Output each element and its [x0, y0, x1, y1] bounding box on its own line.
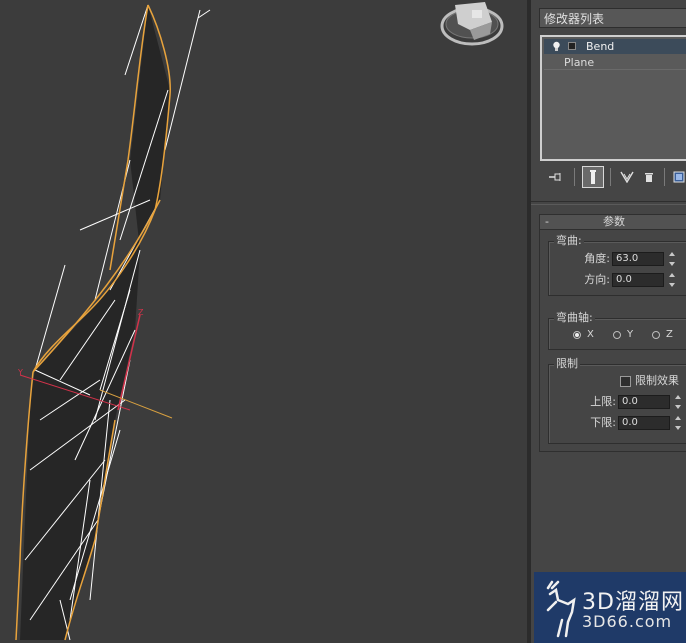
remove-modifier-icon[interactable]	[638, 166, 660, 188]
axis-x-radio[interactable]	[573, 331, 581, 339]
stack-item-label: Bend	[586, 40, 615, 53]
limit-effect-checkbox[interactable]	[620, 376, 631, 387]
modifier-list-dropdown[interactable]: 修改器列表	[539, 8, 686, 28]
upper-limit-label: 上限:	[590, 395, 616, 408]
make-unique-icon[interactable]	[616, 166, 638, 188]
axis-z-radio[interactable]	[652, 331, 660, 339]
upper-limit-spinner-arrows[interactable]	[674, 395, 683, 409]
toolbar-divider	[574, 168, 575, 186]
lower-limit-input[interactable]: 0.0	[618, 416, 670, 430]
lower-limit-label: 下限:	[590, 416, 616, 429]
stack-toolbar	[540, 166, 686, 190]
lower-limit-spinner-arrows[interactable]	[674, 416, 683, 430]
toolbar-divider	[664, 168, 665, 186]
toolbar-divider	[610, 168, 611, 186]
configure-sets-icon[interactable]	[668, 166, 686, 188]
direction-spinner-arrows[interactable]	[668, 273, 677, 287]
svg-text:Y: Y	[17, 368, 23, 377]
limit-effect-label: 限制效果	[635, 374, 679, 387]
panel-divider-highlight	[531, 204, 686, 205]
lightbulb-icon[interactable]	[551, 41, 562, 52]
panel-divider	[531, 201, 686, 202]
bend-axis-label: 弯曲轴:	[554, 311, 595, 324]
angle-input[interactable]: 63.0	[612, 252, 664, 266]
bend-group-label: 弯曲:	[554, 234, 584, 247]
parameters-rollout-header[interactable]: - 参数	[539, 214, 686, 230]
angle-label: 角度:	[584, 252, 610, 265]
axis-y-radio[interactable]	[613, 331, 621, 339]
viewcube-icon[interactable]	[440, 2, 504, 46]
direction-input[interactable]: 0.0	[612, 273, 664, 287]
rollout-title: 参数	[603, 215, 625, 228]
expand-toggle-icon[interactable]	[568, 42, 576, 50]
perspective-viewport[interactable]: Y Z	[0, 0, 527, 643]
axis-z-label: Z	[666, 329, 673, 340]
bend-group	[548, 241, 686, 296]
show-end-result-icon[interactable]	[582, 166, 604, 188]
limits-group-label: 限制	[554, 357, 580, 370]
svg-text:Z: Z	[138, 308, 144, 317]
bent-plane-mesh: Y Z	[15, 2, 504, 641]
deer-logo-icon	[546, 580, 576, 638]
axis-y-label: Y	[627, 329, 634, 340]
direction-label: 方向:	[584, 273, 610, 286]
stack-item-plane[interactable]: Plane	[544, 55, 686, 70]
watermark-sub: 3D66.com	[582, 612, 673, 631]
watermark-logo: 3D溜溜网 3D66.com	[534, 572, 686, 643]
angle-spinner-arrows[interactable]	[668, 252, 677, 266]
modifier-stack[interactable]: Bend Plane	[540, 35, 686, 161]
upper-limit-input[interactable]: 0.0	[618, 395, 670, 409]
pin-stack-icon[interactable]	[544, 166, 566, 188]
axis-x-label: X	[587, 329, 594, 340]
stack-item-bend[interactable]: Bend	[544, 39, 686, 54]
